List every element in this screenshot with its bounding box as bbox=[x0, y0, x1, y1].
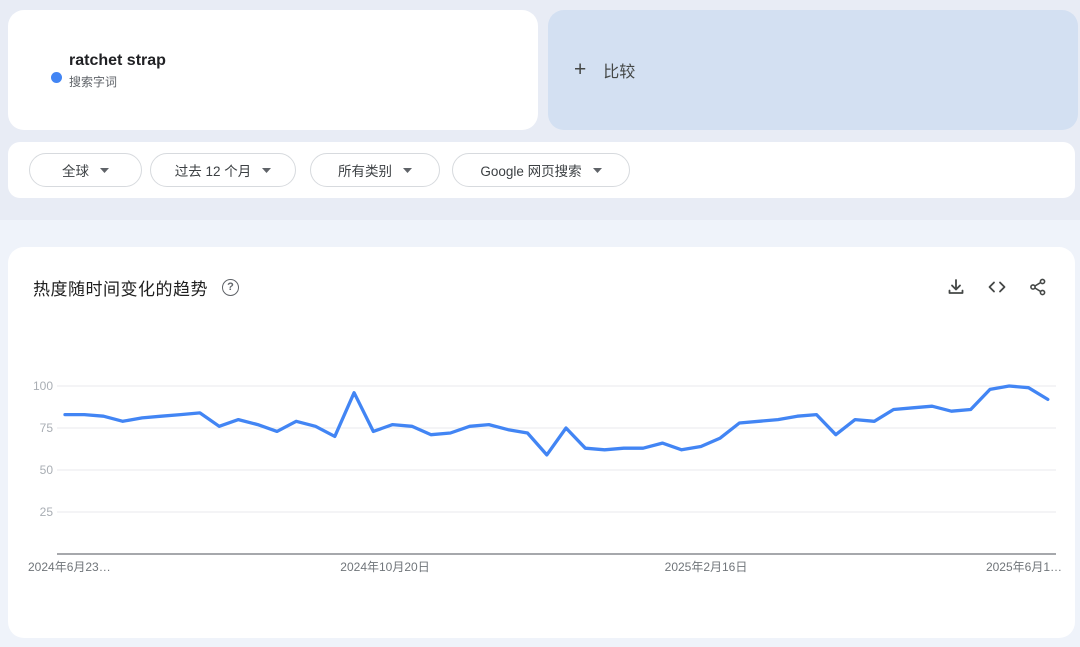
svg-text:100: 100 bbox=[33, 379, 53, 393]
svg-text:25: 25 bbox=[40, 505, 54, 519]
search-term-block: ratchet strap 搜索字词 bbox=[69, 51, 166, 90]
chart-title: 热度随时间变化的趋势 bbox=[33, 279, 208, 299]
filter-category-label: 所有类别 bbox=[338, 164, 392, 179]
download-icon[interactable] bbox=[946, 277, 966, 297]
chevron-down-icon bbox=[403, 167, 412, 173]
svg-text:2024年10月20日: 2024年10月20日 bbox=[340, 560, 429, 574]
chevron-down-icon bbox=[592, 167, 602, 173]
add-comparison-button[interactable]: + 比较 bbox=[548, 10, 1078, 130]
search-term-type-label: 搜索字词 bbox=[69, 74, 118, 89]
filter-region[interactable]: 全球 bbox=[29, 153, 142, 187]
help-icon[interactable]: ? bbox=[222, 278, 239, 296]
share-icon[interactable] bbox=[1028, 277, 1048, 297]
chevron-down-icon bbox=[100, 167, 109, 173]
filter-time-range[interactable]: 过去 12 个月 bbox=[150, 153, 296, 187]
chart-header: 热度随时间变化的趋势 ? bbox=[33, 275, 1048, 299]
chart-actions bbox=[946, 277, 1048, 297]
trend-line-chart[interactable]: 25 50 75 100 2024年6月23… 2024年10月20日 2025年2月16日… bbox=[8, 247, 1075, 638]
search-term-card[interactable]: ratchet strap 搜索字词 bbox=[8, 10, 538, 130]
embed-icon[interactable] bbox=[987, 277, 1007, 297]
interest-over-time-card: 热度随时间变化的趋势 ? 25 50 75 100 2024年6月23… 2024年10月… bbox=[8, 247, 1075, 638]
svg-text:2024年6月23…: 2024年6月23… bbox=[28, 560, 111, 574]
filter-category[interactable]: 所有类别 bbox=[310, 153, 440, 187]
chevron-down-icon bbox=[262, 167, 272, 173]
svg-text:75: 75 bbox=[40, 421, 54, 435]
compare-label: 比较 bbox=[603, 64, 636, 81]
filter-region-label: 全球 bbox=[62, 164, 89, 179]
plus-icon: + bbox=[574, 58, 587, 81]
svg-text:2025年6月1…: 2025年6月1… bbox=[986, 560, 1062, 574]
filter-search-type-label: Google 网页搜索 bbox=[480, 164, 582, 179]
filter-search-type[interactable]: Google 网页搜索 bbox=[452, 153, 630, 187]
svg-text:2025年2月16日: 2025年2月16日 bbox=[665, 560, 748, 574]
series-color-dot bbox=[51, 71, 62, 83]
filter-bar: 全球 过去 12 个月 所有类别 Google 网页搜索 bbox=[8, 142, 1075, 198]
search-term-text: ratchet strap bbox=[69, 51, 166, 69]
svg-text:50: 50 bbox=[40, 463, 54, 477]
filter-time-range-label: 过去 12 个月 bbox=[174, 164, 252, 179]
